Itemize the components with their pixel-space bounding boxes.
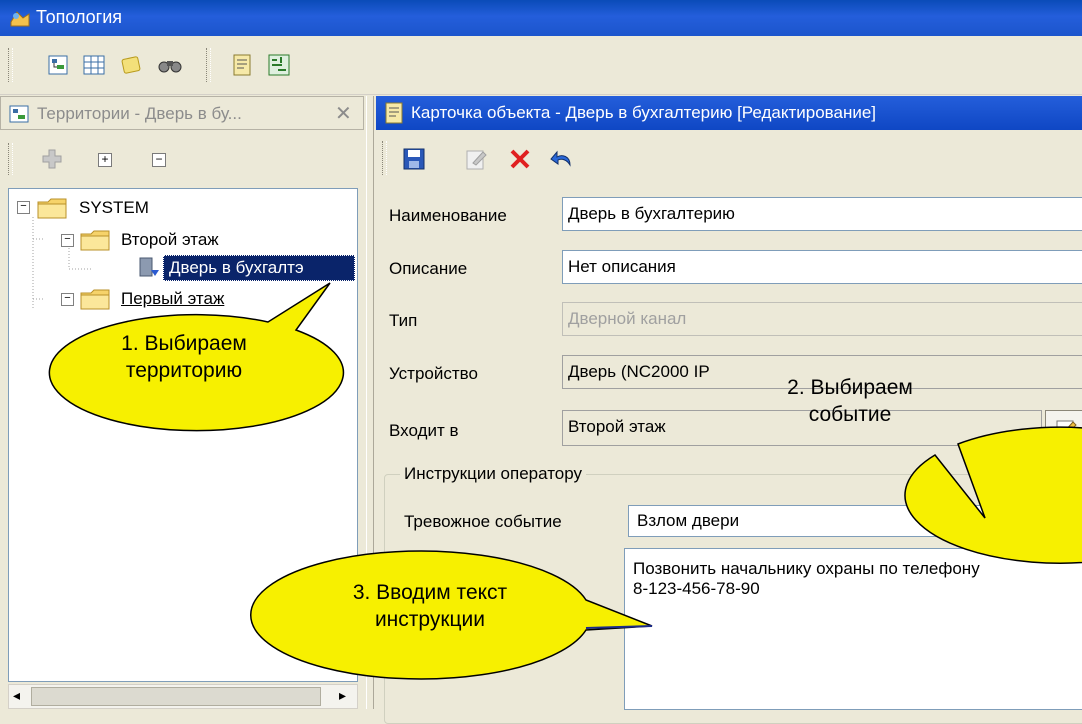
collapse-toggle[interactable]: − (61, 234, 74, 247)
toolbar-grip[interactable] (8, 143, 13, 175)
window-title: Топология (36, 7, 123, 27)
name-label: Наименование (389, 206, 507, 225)
topology-app-icon (10, 11, 30, 27)
description-label: Описание (389, 259, 468, 278)
chevron-down-icon: ▼ (1073, 511, 1082, 527)
type-label: Тип (389, 311, 418, 330)
map-icon (268, 54, 290, 76)
callout-3-text: 3. Вводим текст инструкции (352, 581, 508, 631)
tree-item-first-floor[interactable]: Первый этаж (121, 289, 224, 309)
object-card-button[interactable] (228, 51, 256, 79)
binoculars-icon (158, 61, 182, 73)
undo-button[interactable] (548, 145, 576, 173)
notes-icon (121, 56, 141, 74)
alarm-event-select[interactable]: Взлом двери ▼ (628, 505, 1082, 537)
tree-item-second-floor[interactable]: Второй этаж (121, 230, 219, 250)
collapse-all-button[interactable]: − (152, 153, 166, 167)
parent-label: Входит в (389, 421, 459, 440)
save-button[interactable] (400, 145, 428, 173)
scroll-right-icon[interactable]: ▸ (339, 687, 346, 704)
notes-button[interactable] (118, 51, 146, 79)
folder-icon (37, 198, 67, 219)
dropdown-button[interactable]: ▼ (1064, 507, 1082, 535)
alarm-event-label: Тревожное событие (404, 512, 562, 531)
callout-2-text: 2. Выбираем событие (787, 376, 913, 426)
title-bar: Топология (0, 0, 1082, 36)
folder-icon (80, 289, 110, 310)
tree-view-icon (48, 55, 68, 75)
delete-button[interactable] (506, 145, 534, 173)
collapse-toggle[interactable]: − (17, 201, 30, 214)
instructions-group-legend: Инструкции оператору (400, 464, 587, 484)
card-icon (233, 54, 251, 76)
collapse-toggle[interactable]: − (61, 293, 74, 306)
edit-icon (1056, 420, 1077, 440)
expand-all-button[interactable]: + (98, 153, 112, 167)
door-channel-icon (139, 257, 159, 277)
instructions-textarea[interactable]: Позвонить начальнику охраны по телефону … (624, 548, 1082, 710)
tree-item-accounting-door[interactable]: Дверь в бухгалтэ (169, 258, 304, 278)
tree-item-system[interactable]: SYSTEM (79, 198, 149, 218)
type-input: Дверной канал (562, 302, 1082, 336)
tree-view-icon (9, 105, 29, 123)
alarm-event-value: Взлом двери (637, 511, 740, 530)
callout-1-text: 1. Выбираем территорию (121, 332, 247, 382)
territories-tree-button[interactable] (44, 51, 72, 79)
delete-x-icon (510, 149, 530, 169)
close-icon[interactable]: ✕ (335, 101, 352, 126)
edit-icon (466, 150, 487, 170)
undo-icon (550, 150, 571, 167)
device-label: Устройство (389, 364, 478, 383)
toolbar-grip[interactable] (8, 48, 13, 82)
territories-panel-header: Территории - Дверь в бу... ✕ (0, 96, 364, 130)
main-toolbar (0, 36, 1082, 95)
edit-button[interactable] (462, 145, 490, 173)
territories-panel-title: Территории - Дверь в бу... (37, 104, 242, 123)
add-territory-button[interactable] (38, 145, 66, 173)
plus-icon (42, 149, 62, 169)
floppy-save-icon (403, 148, 425, 170)
territories-toolbar: + − (0, 131, 364, 186)
toolbar-grip[interactable] (382, 141, 387, 175)
choose-parent-button[interactable] (1045, 410, 1082, 446)
grid-icon (83, 55, 105, 75)
search-button[interactable] (156, 51, 184, 79)
description-input[interactable]: Нет описания (562, 250, 1082, 284)
map-button[interactable] (265, 51, 293, 79)
object-card-toolbar (376, 131, 1082, 186)
object-card-header: Карточка объекта - Дверь в бухгалтерию [… (376, 96, 1082, 130)
object-card-title: Карточка объекта - Дверь в бухгалтерию [… (411, 103, 877, 122)
scroll-left-icon[interactable]: ◂ (13, 687, 20, 704)
tree-horizontal-scrollbar[interactable]: ◂ ▸ (8, 684, 358, 709)
folder-icon (80, 230, 110, 251)
scrollbar-thumb[interactable] (31, 687, 321, 706)
toolbar-separator (206, 48, 211, 82)
card-icon (385, 102, 403, 124)
grid-button[interactable] (80, 51, 108, 79)
name-input[interactable]: Дверь в бухгалтерию (562, 197, 1082, 231)
